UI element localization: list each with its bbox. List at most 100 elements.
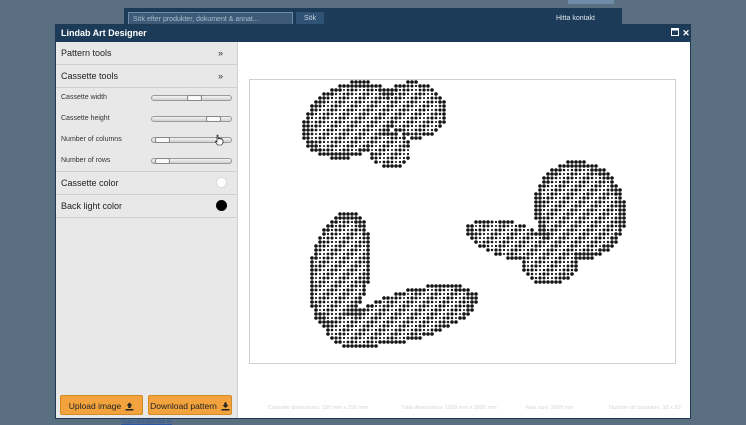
pattern-dot: [578, 236, 582, 240]
pattern-dot: [346, 256, 350, 260]
pattern-dot: [582, 172, 586, 176]
pattern-dot: [422, 292, 426, 296]
pattern-dot: [326, 324, 330, 328]
pattern-dot: [446, 300, 450, 304]
pattern-dot: [594, 220, 598, 224]
download-pattern-button[interactable]: Download pattern: [148, 395, 232, 415]
pattern-dot: [374, 156, 378, 160]
cassette-height-slider[interactable]: [151, 116, 232, 122]
contact-email-link[interactable]: byggprojekt@lindab.se: [56, 419, 237, 425]
pattern-dot: [422, 324, 426, 328]
number-of-rows-slider[interactable]: [151, 158, 232, 164]
pattern-dot: [322, 264, 326, 268]
maximize-icon[interactable]: [670, 28, 680, 38]
pattern-dot: [358, 88, 362, 92]
pattern-dot: [526, 260, 530, 264]
pattern-dot: [382, 164, 386, 168]
pattern-dot: [422, 132, 426, 136]
pattern-dot: [338, 216, 342, 220]
pattern-dot: [386, 96, 390, 100]
pattern-dot: [602, 216, 606, 220]
pattern-dot: [314, 244, 318, 248]
slider-thumb[interactable]: [206, 116, 222, 122]
pattern-dot: [374, 92, 378, 96]
back-light-color-swatch[interactable]: [216, 200, 227, 211]
slider-thumb[interactable]: [187, 95, 203, 101]
pattern-dot: [350, 92, 354, 96]
pattern-dot: [458, 292, 462, 296]
pattern-dot: [590, 220, 594, 224]
pattern-dot: [334, 324, 338, 328]
slider-thumb[interactable]: [155, 137, 171, 143]
upload-image-button[interactable]: Upload image: [60, 395, 143, 415]
pattern-dot: [374, 100, 378, 104]
pattern-dot: [550, 188, 554, 192]
pattern-dot: [310, 292, 314, 296]
pattern-dot: [386, 108, 390, 112]
pattern-dot: [526, 252, 530, 256]
pattern-dot: [318, 268, 322, 272]
slider-thumb[interactable]: [155, 158, 171, 164]
pattern-dot: [326, 124, 330, 128]
cassette-color-swatch[interactable]: [216, 177, 227, 188]
pattern-dot: [314, 308, 318, 312]
pattern-dot: [490, 224, 494, 228]
pattern-dot: [554, 272, 558, 276]
pattern-dot: [398, 300, 402, 304]
pattern-dot: [350, 80, 354, 84]
pattern-dot: [394, 88, 398, 92]
pattern-dot: [322, 244, 326, 248]
cassette-tools-section[interactable]: Cassette tools »: [56, 65, 237, 88]
pattern-dot: [586, 212, 590, 216]
pattern-dot: [338, 220, 342, 224]
pattern-tools-section[interactable]: Pattern tools »: [56, 42, 237, 65]
tools-sidebar: Pattern tools » Cassette tools » Cassett…: [56, 42, 238, 425]
pattern-dot: [330, 112, 334, 116]
pattern-dot: [378, 316, 382, 320]
pattern-dot: [382, 132, 386, 136]
pattern-dot: [570, 252, 574, 256]
pattern-dot: [558, 268, 562, 272]
pattern-dot: [318, 256, 322, 260]
close-icon[interactable]: ✕: [681, 28, 691, 38]
pattern-dot: [350, 324, 354, 328]
pattern-dot: [342, 240, 346, 244]
pattern-dot: [610, 188, 614, 192]
pattern-dot: [550, 264, 554, 268]
pattern-dot: [586, 184, 590, 188]
pattern-dot: [346, 112, 350, 116]
back-light-color-row[interactable]: Back light color: [56, 195, 237, 218]
pattern-dot: [610, 184, 614, 188]
pattern-dot: [366, 128, 370, 132]
pattern-dot: [362, 292, 366, 296]
pattern-dot: [342, 316, 346, 320]
pattern-dot: [390, 152, 394, 156]
pattern-dot: [518, 244, 522, 248]
pattern-dot: [350, 128, 354, 132]
pattern-dot: [398, 136, 402, 140]
pattern-dot: [438, 296, 442, 300]
cassette-width-slider[interactable]: [151, 95, 232, 101]
cassette-color-row[interactable]: Cassette color: [56, 172, 237, 195]
pattern-dot: [542, 268, 546, 272]
pattern-dot: [406, 324, 410, 328]
pattern-dot: [570, 196, 574, 200]
pattern-dot: [418, 84, 422, 88]
pattern-dot: [586, 244, 590, 248]
pattern-dot: [446, 312, 450, 316]
pattern-dot: [394, 144, 398, 148]
pattern-dot: [322, 252, 326, 256]
pattern-dot: [366, 268, 370, 272]
pattern-dot: [578, 164, 582, 168]
pattern-dot: [330, 256, 334, 260]
pattern-dot: [354, 232, 358, 236]
pattern-dot: [338, 140, 342, 144]
pattern-dot: [510, 252, 514, 256]
pattern-dot: [542, 236, 546, 240]
pattern-dot: [602, 224, 606, 228]
pattern-dot: [614, 204, 618, 208]
pattern-preview-canvas[interactable]: [249, 79, 676, 364]
pattern-dot: [414, 120, 418, 124]
pattern-dot: [406, 316, 410, 320]
pattern-dot: [390, 300, 394, 304]
